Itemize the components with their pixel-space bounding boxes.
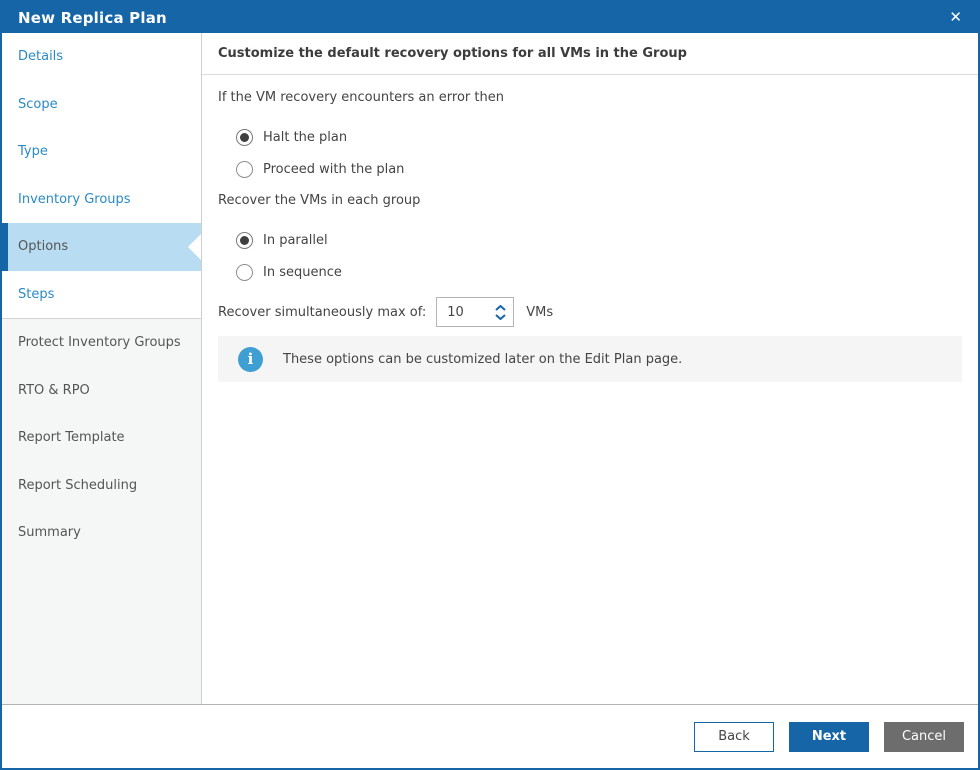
- sidebar-item-label: Type: [18, 144, 48, 160]
- next-button[interactable]: Next: [789, 721, 869, 752]
- radio-in-parallel[interactable]: In parallel: [236, 232, 962, 249]
- max-vms-row: Recover simultaneously max of: 10 VMs: [218, 297, 962, 327]
- sidebar-item-details[interactable]: Details: [2, 33, 201, 81]
- sidebar-item-type[interactable]: Type: [2, 128, 201, 176]
- max-vms-value: 10: [447, 304, 464, 320]
- radio-label: Halt the plan: [263, 130, 348, 145]
- sidebar-item-label: Report Template: [18, 430, 125, 446]
- close-icon[interactable]: ✕: [949, 10, 962, 25]
- dialog-body: Details Scope Type Inventory Groups Opti…: [2, 33, 978, 704]
- sidebar-item-label: RTO & RPO: [18, 382, 90, 398]
- max-vms-label: Recover simultaneously max of:: [218, 304, 427, 320]
- sidebar-item-label: Details: [18, 49, 64, 65]
- sidebar-item-report-scheduling: Report Scheduling: [2, 462, 201, 510]
- sidebar-item-report-template: Report Template: [2, 414, 201, 462]
- spinner-down-icon[interactable]: [495, 313, 506, 320]
- spinner-up-icon[interactable]: [495, 304, 506, 311]
- max-vms-input[interactable]: 10: [436, 297, 515, 327]
- sidebar-item-label: Summary: [18, 525, 81, 541]
- sidebar-item-steps[interactable]: Steps: [2, 271, 201, 319]
- sidebar-item-scope[interactable]: Scope: [2, 81, 201, 129]
- max-vms-suffix: VMs: [526, 304, 554, 320]
- info-banner: i These options can be customized later …: [218, 336, 962, 382]
- radio-in-sequence[interactable]: In sequence: [236, 264, 962, 281]
- back-button[interactable]: Back: [694, 721, 774, 752]
- radio-label: In parallel: [263, 233, 328, 248]
- sidebar-item-options[interactable]: Options: [2, 223, 201, 271]
- dialog-footer: Back Next Cancel: [2, 704, 978, 768]
- info-icon: i: [238, 346, 263, 372]
- radio-button-icon[interactable]: [236, 232, 253, 249]
- sidebar-upcoming-section: Protect Inventory Groups RTO & RPO Repor…: [2, 319, 201, 704]
- radio-button-icon[interactable]: [236, 129, 253, 146]
- radio-button-icon[interactable]: [236, 264, 253, 281]
- sidebar-item-label: Steps: [18, 286, 55, 302]
- radio-label: In sequence: [263, 265, 342, 280]
- sidebar-item-label: Inventory Groups: [18, 191, 131, 207]
- sidebar-item-summary: Summary: [2, 509, 201, 557]
- cancel-button[interactable]: Cancel: [884, 721, 964, 752]
- spinner-controls: [495, 298, 506, 326]
- options-page: Customize the default recovery options f…: [202, 33, 978, 704]
- sidebar-item-label: Options: [18, 239, 69, 255]
- radio-proceed-with-the-plan[interactable]: Proceed with the plan: [236, 161, 962, 178]
- new-replica-plan-dialog: New Replica Plan ✕ Details Scope Type In…: [0, 0, 980, 770]
- sidebar-item-inventory-groups[interactable]: Inventory Groups: [2, 176, 201, 224]
- radio-label: Proceed with the plan: [263, 162, 405, 177]
- order-group-label: Recover the VMs in each group: [218, 193, 421, 208]
- error-group-label: If the VM recovery encounters an error t…: [218, 90, 504, 105]
- radio-button-icon[interactable]: [236, 161, 253, 178]
- title-bar: New Replica Plan ✕: [2, 2, 978, 33]
- wizard-steps-sidebar: Details Scope Type Inventory Groups Opti…: [2, 33, 202, 704]
- sidebar-item-protect-inventory-groups: Protect Inventory Groups: [2, 319, 201, 367]
- sidebar-item-label: Report Scheduling: [18, 477, 138, 493]
- radio-halt-the-plan[interactable]: Halt the plan: [236, 129, 962, 146]
- sidebar-item-rto-rpo: RTO & RPO: [2, 367, 201, 415]
- page-title: Customize the default recovery options f…: [202, 33, 978, 75]
- dialog-title: New Replica Plan: [18, 8, 167, 27]
- sidebar-item-label: Protect Inventory Groups: [18, 335, 181, 351]
- info-banner-text: These options can be customized later on…: [283, 351, 683, 367]
- sidebar-item-label: Scope: [18, 96, 58, 112]
- options-form: If the VM recovery encounters an error t…: [202, 75, 978, 704]
